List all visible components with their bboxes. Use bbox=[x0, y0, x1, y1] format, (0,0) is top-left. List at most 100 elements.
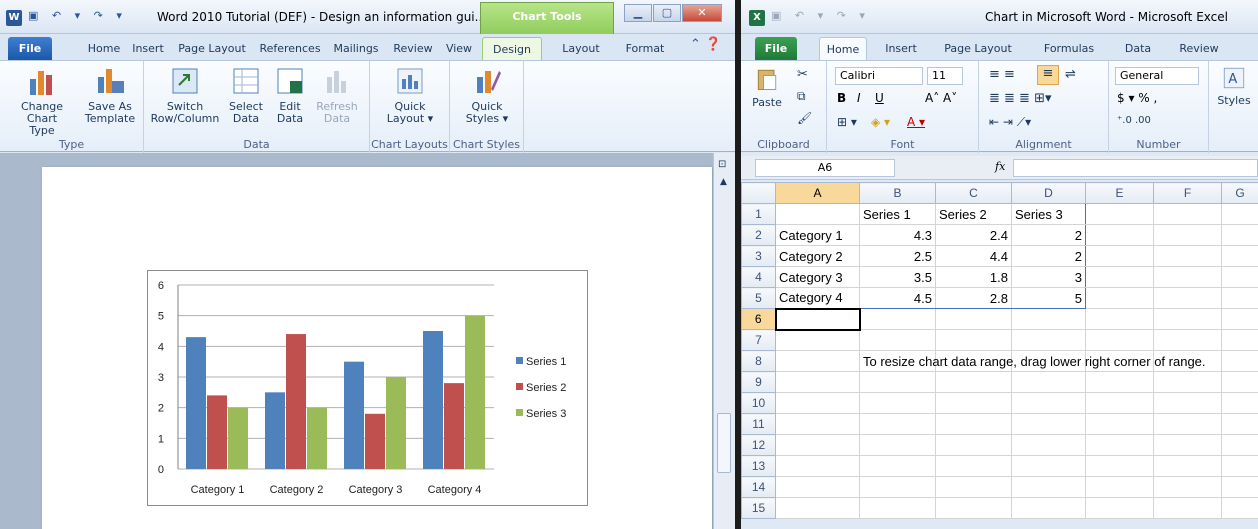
cell[interactable] bbox=[1153, 329, 1222, 351]
cell[interactable] bbox=[859, 392, 936, 414]
cell[interactable] bbox=[1085, 308, 1154, 330]
cell[interactable] bbox=[1085, 203, 1154, 225]
column-header[interactable]: C bbox=[935, 182, 1012, 204]
row-header[interactable]: 12 bbox=[741, 434, 776, 456]
cell[interactable] bbox=[1221, 266, 1258, 288]
cell[interactable]: Series 2 bbox=[935, 203, 1012, 225]
font-name-box[interactable]: Calibri bbox=[835, 67, 923, 85]
cell[interactable] bbox=[1011, 308, 1086, 330]
refresh-data-button[interactable]: Refresh Data bbox=[314, 65, 360, 125]
excel-tab-page-layout[interactable]: Page Layout bbox=[943, 37, 1013, 60]
row-header[interactable]: 14 bbox=[741, 476, 776, 498]
cell[interactable] bbox=[775, 392, 860, 414]
save-as-template-button[interactable]: Save As Template bbox=[84, 65, 136, 125]
cell[interactable]: 4.5 bbox=[859, 287, 936, 309]
row-header[interactable]: 15 bbox=[741, 497, 776, 519]
insert-function-icon[interactable]: fx bbox=[995, 160, 1005, 173]
cell[interactable] bbox=[1221, 455, 1258, 477]
cell[interactable] bbox=[1221, 392, 1258, 414]
cell[interactable] bbox=[859, 413, 936, 435]
word-app-icon[interactable]: W bbox=[6, 10, 22, 26]
cell[interactable] bbox=[1085, 329, 1154, 351]
cell[interactable]: 5 bbox=[1011, 287, 1086, 309]
row-header[interactable]: 8 bbox=[741, 350, 776, 372]
tab-page-layout[interactable]: Page Layout bbox=[176, 37, 248, 60]
styles-button[interactable]: A Styles bbox=[1215, 65, 1253, 107]
column-header[interactable]: B bbox=[859, 182, 936, 204]
cell[interactable] bbox=[1011, 455, 1086, 477]
underline-button[interactable]: U bbox=[875, 91, 884, 105]
cell[interactable] bbox=[775, 497, 860, 519]
cell[interactable] bbox=[1011, 329, 1086, 351]
tab-layout[interactable]: Layout bbox=[560, 37, 602, 60]
indent-icon[interactable]: ⇤ ⇥ ⟋▾ bbox=[989, 115, 1031, 130]
cell[interactable] bbox=[1221, 224, 1258, 246]
row-header[interactable]: 2 bbox=[741, 224, 776, 246]
cell[interactable] bbox=[775, 203, 860, 225]
column-header[interactable]: A bbox=[775, 182, 860, 204]
cell[interactable] bbox=[935, 413, 1012, 435]
cell[interactable]: 2 bbox=[1011, 245, 1086, 267]
paste-button[interactable]: Paste bbox=[749, 65, 785, 109]
quick-layout-button[interactable]: Quick Layout ▾ bbox=[380, 65, 440, 125]
row-header[interactable]: 5 bbox=[741, 287, 776, 309]
decimal-icon[interactable]: ⁺.0 .00 bbox=[1117, 115, 1151, 126]
tab-format[interactable]: Format bbox=[622, 37, 668, 60]
cell[interactable] bbox=[1011, 476, 1086, 498]
change-chart-type-button[interactable]: Change Chart Type bbox=[18, 65, 66, 137]
column-header[interactable]: F bbox=[1153, 182, 1222, 204]
cell[interactable]: 2.4 bbox=[935, 224, 1012, 246]
cell[interactable] bbox=[1011, 392, 1086, 414]
row-header[interactable]: 3 bbox=[741, 245, 776, 267]
maximize-button[interactable]: ▢ bbox=[653, 4, 681, 22]
cell[interactable] bbox=[1221, 287, 1258, 309]
row-header[interactable]: 10 bbox=[741, 392, 776, 414]
font-size-box[interactable]: 11 bbox=[927, 67, 963, 85]
cell[interactable] bbox=[775, 371, 860, 393]
italic-button[interactable]: I bbox=[857, 91, 861, 105]
cell[interactable] bbox=[775, 434, 860, 456]
cell[interactable] bbox=[775, 329, 860, 351]
cell[interactable] bbox=[1221, 350, 1258, 372]
cell[interactable]: 4.3 bbox=[859, 224, 936, 246]
cell[interactable] bbox=[935, 371, 1012, 393]
borders-icon[interactable]: ⊞ ▾ bbox=[837, 115, 857, 129]
cell[interactable] bbox=[1221, 476, 1258, 498]
row-header[interactable]: 4 bbox=[741, 266, 776, 288]
excel-tab-insert[interactable]: Insert bbox=[881, 37, 921, 60]
cell[interactable] bbox=[1011, 497, 1086, 519]
formula-input[interactable] bbox=[1013, 159, 1258, 177]
cell[interactable]: 3.5 bbox=[859, 266, 936, 288]
scroll-thumb[interactable] bbox=[717, 413, 731, 473]
cell[interactable] bbox=[775, 476, 860, 498]
row-header[interactable]: 7 bbox=[741, 329, 776, 351]
cell[interactable] bbox=[935, 308, 1012, 330]
cell[interactable] bbox=[1085, 371, 1154, 393]
cell[interactable] bbox=[1153, 413, 1222, 435]
cell[interactable]: Series 3 bbox=[1011, 203, 1086, 225]
cell[interactable] bbox=[1085, 392, 1154, 414]
format-painter-icon[interactable]: 🖌 bbox=[797, 111, 812, 125]
cell[interactable] bbox=[1221, 308, 1258, 330]
tab-file[interactable]: File bbox=[8, 37, 52, 60]
wrap-text-icon[interactable]: ⇌ bbox=[1065, 67, 1076, 82]
cell[interactable] bbox=[935, 392, 1012, 414]
cell[interactable] bbox=[859, 455, 936, 477]
tab-review[interactable]: Review bbox=[390, 37, 436, 60]
cell[interactable] bbox=[775, 350, 860, 372]
row-header[interactable]: 6 bbox=[741, 308, 776, 330]
cell[interactable] bbox=[1153, 371, 1222, 393]
edit-data-button[interactable]: Edit Data bbox=[272, 65, 308, 125]
help-icon[interactable]: ⌃ ❓ bbox=[690, 37, 721, 52]
row-header[interactable]: 1 bbox=[741, 203, 776, 225]
cell[interactable] bbox=[1153, 308, 1222, 330]
cell[interactable] bbox=[1221, 497, 1258, 519]
cell[interactable]: To resize chart data range, drag lower r… bbox=[859, 350, 1206, 372]
switch-row-column-button[interactable]: Switch Row/Column bbox=[150, 65, 220, 125]
cut-icon[interactable]: ✂ bbox=[797, 67, 808, 82]
cell[interactable]: 2.5 bbox=[859, 245, 936, 267]
cell[interactable] bbox=[1221, 329, 1258, 351]
tab-mailings[interactable]: Mailings bbox=[330, 37, 382, 60]
cell[interactable] bbox=[935, 476, 1012, 498]
close-button[interactable]: ✕ bbox=[682, 4, 722, 22]
